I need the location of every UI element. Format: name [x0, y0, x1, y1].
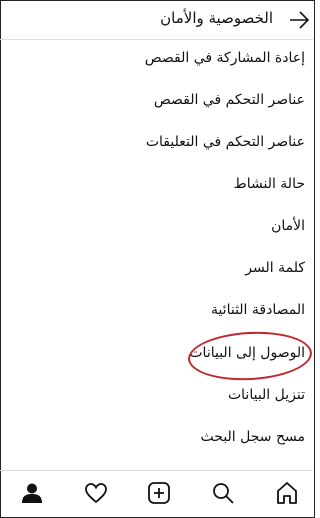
settings-item[interactable]: كلمة السر — [245, 260, 305, 276]
heart-icon[interactable] — [84, 481, 108, 505]
profile-icon[interactable] — [20, 481, 44, 505]
settings-item[interactable]: حالة النشاط — [234, 176, 305, 192]
arrow-right-icon[interactable] — [288, 9, 310, 31]
settings-item[interactable]: إعادة المشاركة في القصص — [145, 50, 305, 66]
add-post-icon[interactable] — [147, 481, 171, 505]
header-bar: الخصوصية والأمان — [0, 0, 313, 40]
search-icon[interactable] — [211, 481, 235, 505]
settings-item[interactable]: مسح سجل البحث — [201, 429, 305, 445]
settings-item[interactable]: عناصر التحكم في القصص — [154, 92, 305, 108]
home-icon[interactable] — [275, 481, 299, 505]
page-title: الخصوصية والأمان — [160, 9, 273, 27]
settings-item[interactable]: عناصر التحكم في التعليقات — [146, 134, 305, 150]
bottom-tab-bar — [0, 470, 313, 516]
settings-item[interactable]: تنزيل البيانات — [228, 387, 305, 403]
settings-item[interactable]: الأمان — [271, 218, 305, 234]
settings-item[interactable]: المصادقة الثنائية — [211, 302, 305, 318]
